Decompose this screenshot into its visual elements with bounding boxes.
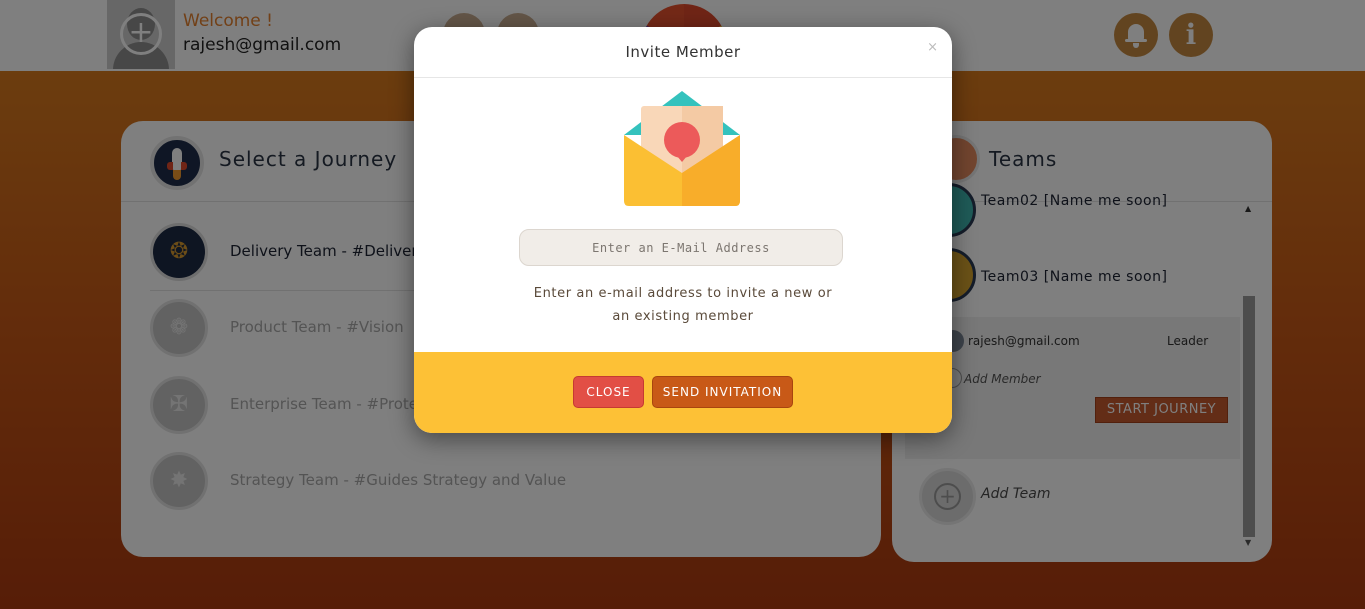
envelope-icon (624, 91, 740, 206)
helper-text: Enter an e-mail address to invite a new … (504, 282, 862, 328)
helper-line: an existing member (612, 309, 754, 324)
modal-header: Invite Member × (414, 27, 952, 78)
send-invitation-button[interactable]: SEND INVITATION (652, 376, 793, 408)
modal-title: Invite Member (625, 43, 741, 61)
close-icon[interactable]: × (927, 40, 938, 55)
invite-member-modal: Invite Member × Enter an e-mail address … (414, 27, 952, 433)
modal-footer: CLOSE SEND INVITATION (414, 352, 952, 433)
email-input[interactable] (519, 229, 843, 266)
helper-line: Enter an e-mail address to invite a new … (533, 286, 833, 301)
close-button[interactable]: CLOSE (573, 376, 644, 408)
